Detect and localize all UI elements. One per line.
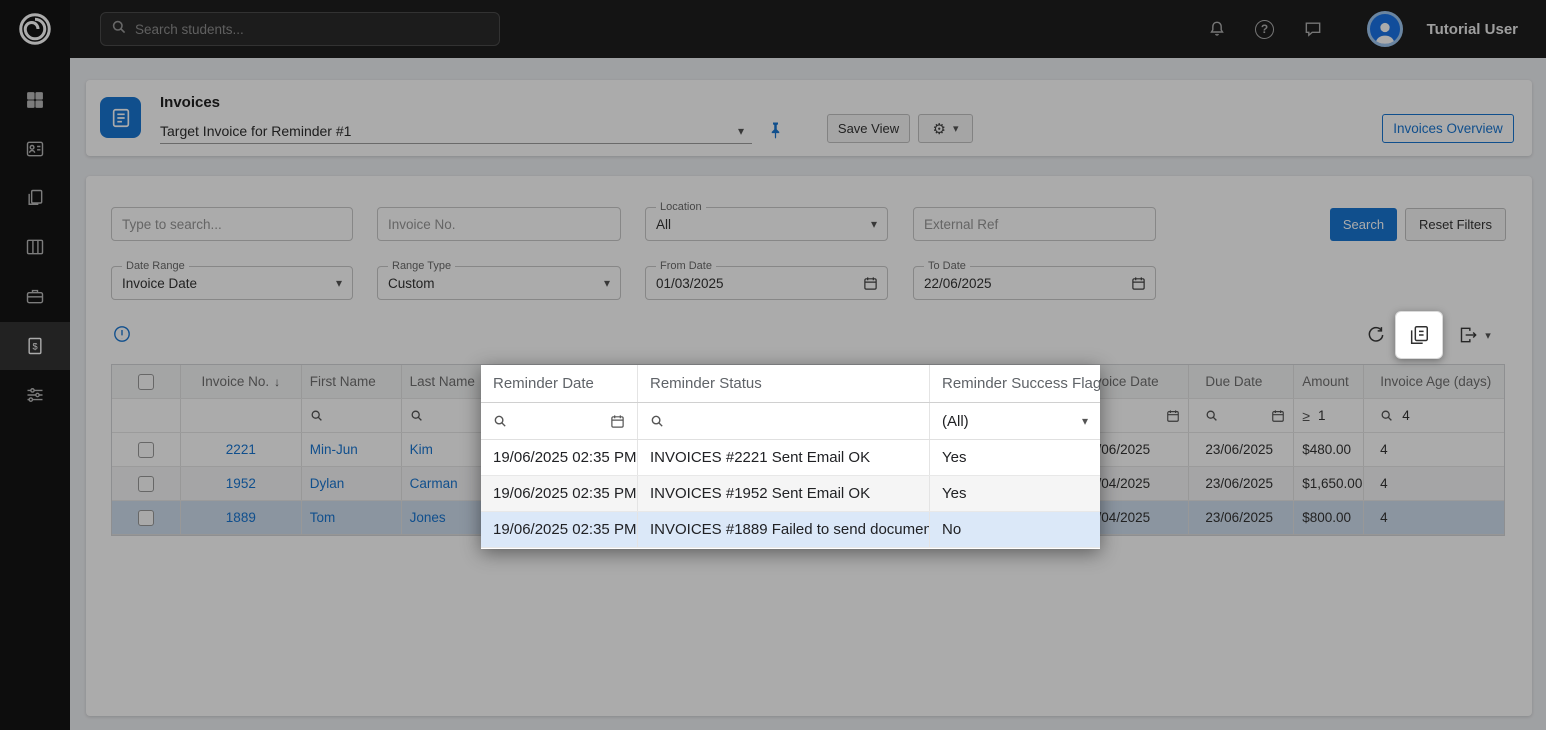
reminder-date-cell: 19/06/2025 02:35 PM xyxy=(481,440,638,475)
popup-row[interactable]: 19/06/2025 02:35 PM INVOICES #2221 Sent … xyxy=(481,440,1100,476)
popup-col-header-reminder-date[interactable]: Reminder Date xyxy=(481,365,638,402)
column-copy-button[interactable] xyxy=(1395,311,1443,359)
search-icon[interactable] xyxy=(493,414,508,429)
app-root: $ xyxy=(0,0,1546,730)
reminder-date-cell: 19/06/2025 02:35 PM xyxy=(481,512,638,547)
popup-row[interactable]: 19/06/2025 02:35 PM INVOICES #1952 Sent … xyxy=(481,476,1100,512)
search-icon[interactable] xyxy=(650,414,665,429)
reminder-flag-cell: Yes xyxy=(930,476,1100,511)
reminder-status-cell: INVOICES #1889 Failed to send document. xyxy=(638,512,930,547)
popup-filter-reminder-date[interactable] xyxy=(481,403,638,439)
reminder-date-cell: 19/06/2025 02:35 PM xyxy=(481,476,638,511)
reminder-status-cell: INVOICES #2221 Sent Email OK xyxy=(638,440,930,475)
reminder-columns-popup: Reminder Date Reminder Status Reminder S… xyxy=(481,365,1100,549)
popup-filter-success-flag-select[interactable]: (All) ▾ xyxy=(930,403,1100,439)
reminder-status-cell: INVOICES #1952 Sent Email OK xyxy=(638,476,930,511)
popup-filter-row: (All) ▾ xyxy=(481,403,1100,440)
chevron-down-icon: ▾ xyxy=(1082,414,1088,428)
popup-col-header-reminder-success-flag[interactable]: Reminder Success Flag xyxy=(930,365,1100,402)
success-flag-filter-value: (All) xyxy=(942,413,969,430)
popup-col-header-reminder-status[interactable]: Reminder Status xyxy=(638,365,930,402)
popup-row-selected[interactable]: 19/06/2025 02:35 PM INVOICES #1889 Faile… xyxy=(481,512,1100,548)
popup-filter-reminder-status[interactable] xyxy=(638,403,930,439)
reminder-flag-cell: No xyxy=(930,512,1100,547)
calendar-icon[interactable] xyxy=(610,414,625,429)
reminder-flag-cell: Yes xyxy=(930,440,1100,475)
popup-header-row: Reminder Date Reminder Status Reminder S… xyxy=(481,365,1100,403)
